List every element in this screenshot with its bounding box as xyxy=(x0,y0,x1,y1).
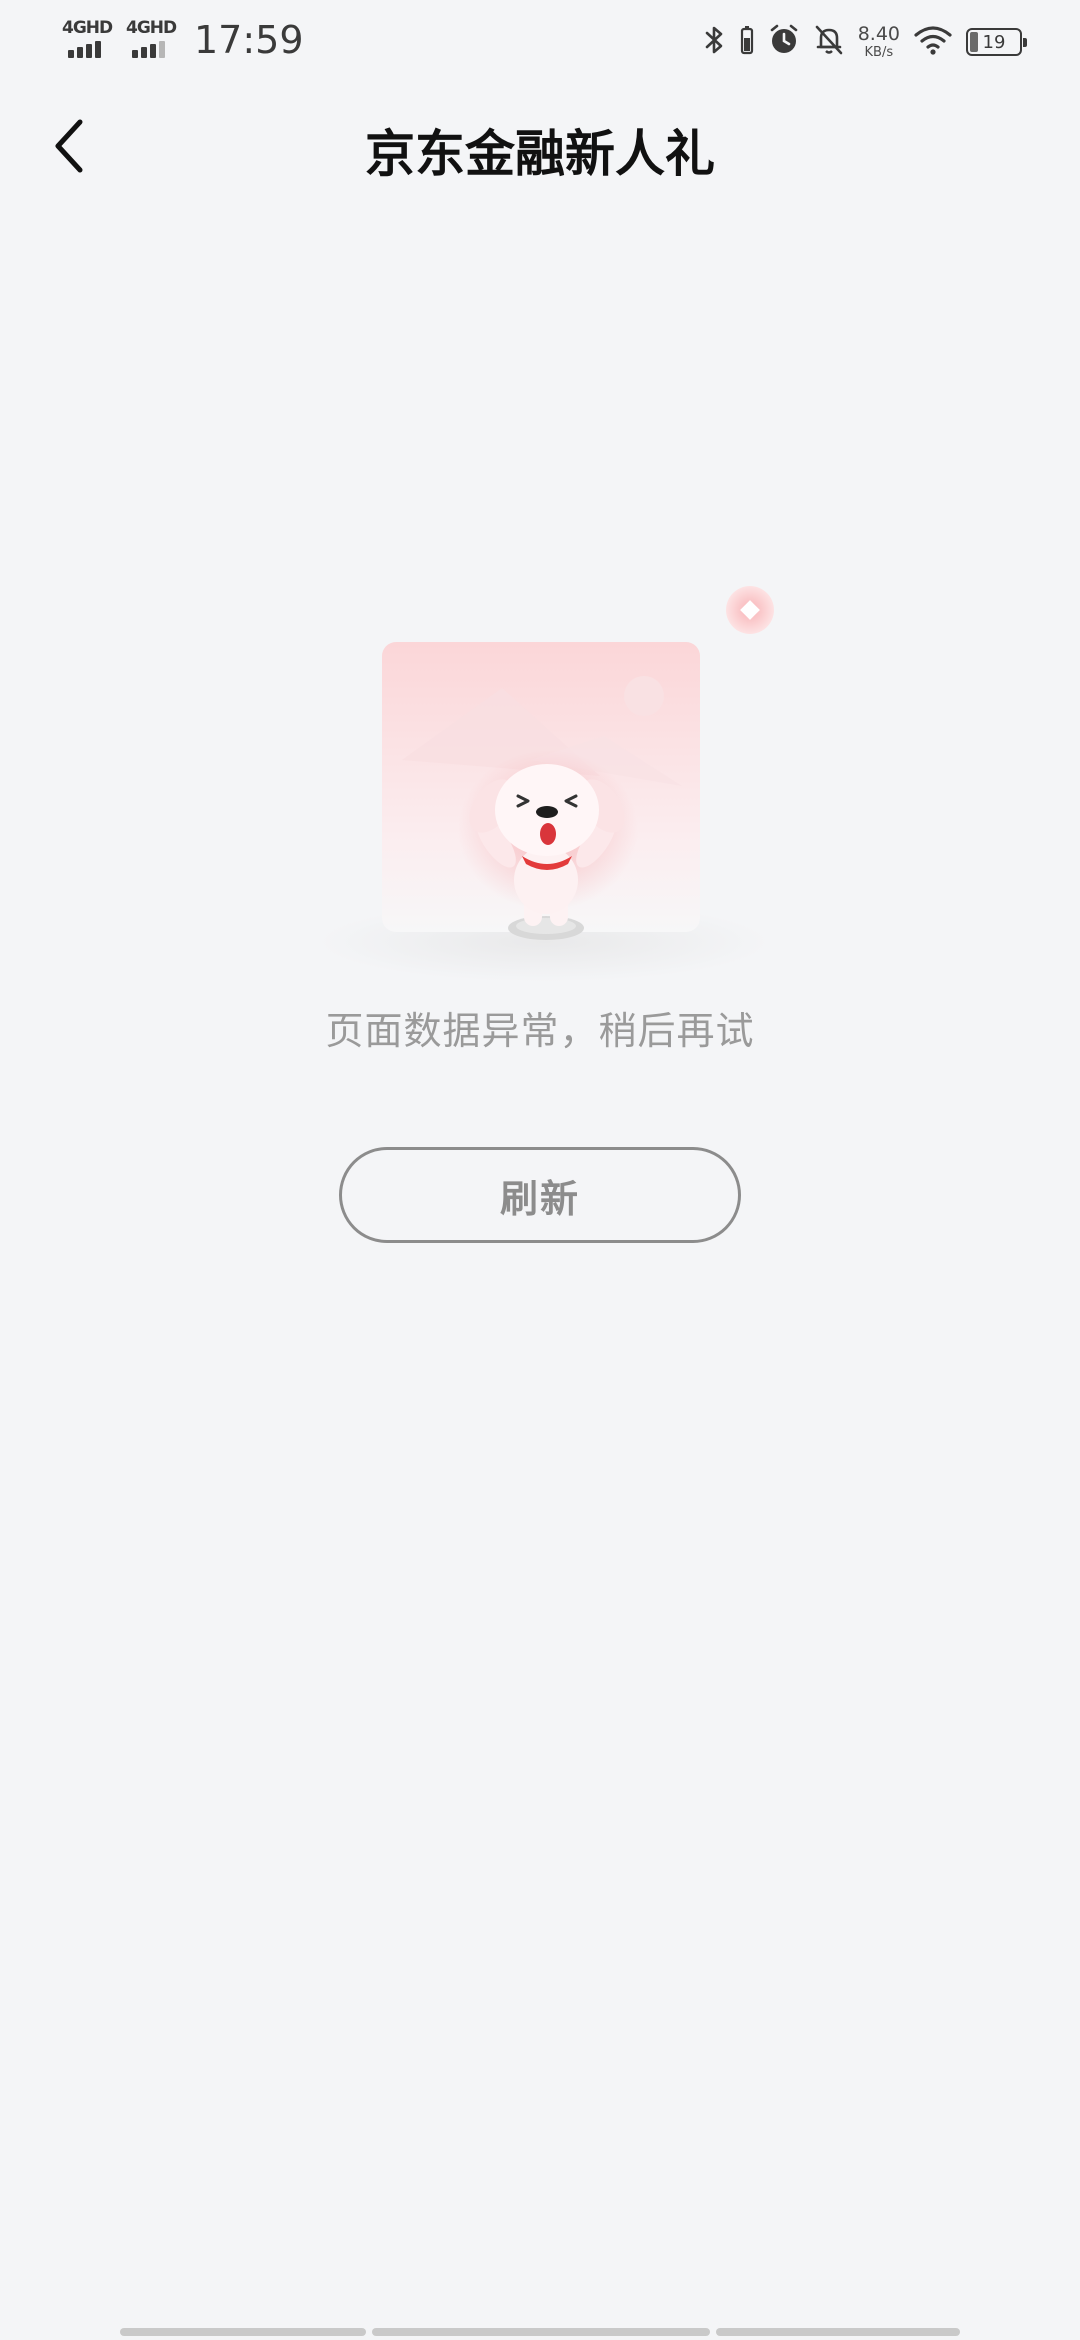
network-type-label: 4GHD xyxy=(126,18,177,38)
battery-level: 19 xyxy=(982,31,1006,53)
status-bar: 4GHD 4GHD 17:59 8.40 KB/s 19 xyxy=(0,0,1080,80)
jd-dog-mascot-illustration xyxy=(310,580,790,1000)
status-right: 8.40 KB/s 19 xyxy=(704,18,1027,66)
page-title: 京东金融新人礼 xyxy=(365,125,715,183)
gesture-bar-right[interactable] xyxy=(716,2328,960,2336)
gesture-bar-center[interactable] xyxy=(372,2328,710,2336)
wifi-icon xyxy=(914,25,952,59)
mute-bell-icon xyxy=(814,24,844,60)
gesture-bar-left[interactable] xyxy=(120,2328,366,2336)
network-type-label: 4GHD xyxy=(62,18,113,38)
nav-header: 京东金融新人礼 xyxy=(0,96,1080,196)
battery-saver-icon xyxy=(740,25,754,59)
refresh-button-label: 刷新 xyxy=(499,1176,580,1221)
status-time: 17:59 xyxy=(194,18,304,62)
alarm-icon xyxy=(768,24,800,60)
bluetooth-icon xyxy=(704,24,726,60)
signal-icon: 4GHD xyxy=(126,18,177,62)
status-left: 4GHD 4GHD 17:59 xyxy=(62,18,304,62)
error-message: 页面数据异常，稍后再试 xyxy=(325,1009,755,1053)
refresh-button[interactable]: 刷新 xyxy=(339,1147,741,1243)
network-speed-unit: KB/s xyxy=(864,45,894,60)
signal-icon: 4GHD xyxy=(62,18,113,62)
network-speed-value: 8.40 xyxy=(857,23,900,45)
network-speed: 8.40 KB/s xyxy=(857,23,900,60)
screen: 4GHD 4GHD 17:59 8.40 KB/s 19 京东金融新人礼 页面数… xyxy=(0,0,1080,2340)
battery-icon: 19 xyxy=(966,28,1027,56)
